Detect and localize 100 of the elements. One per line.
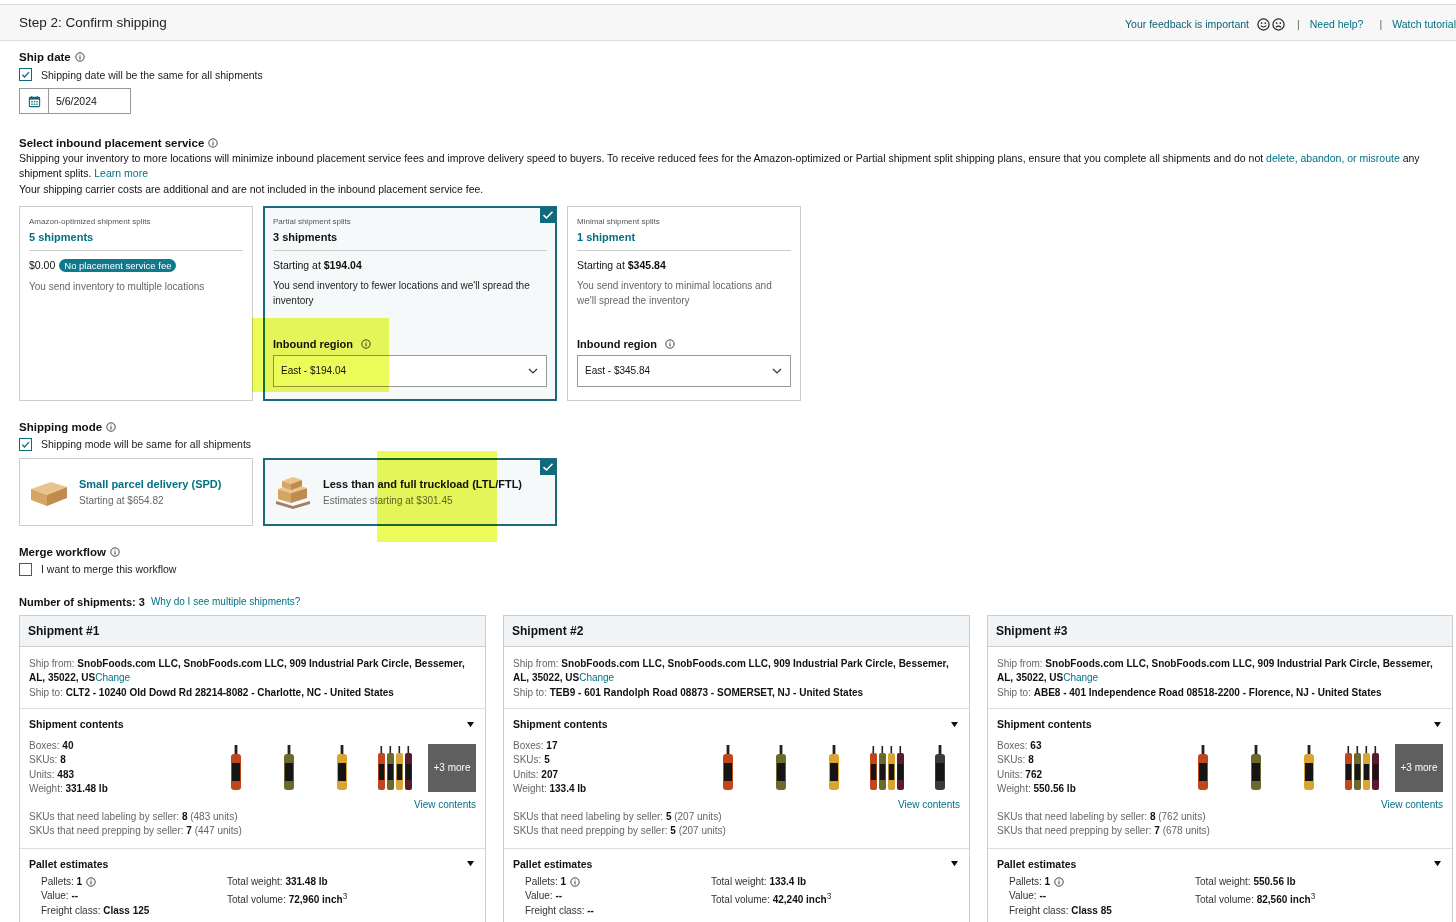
section-title: Ship date — [19, 51, 71, 63]
view-contents-link[interactable]: View contents — [413, 799, 476, 811]
info-icon[interactable] — [106, 421, 117, 432]
help-link[interactable]: Why do I see multiple shipments? — [150, 596, 301, 607]
feedback-text: Your feedback is important — [1125, 18, 1249, 30]
ship-to-address: Ship to: ABE8 - 401 Independence Road 08518-2200 - Florence, NJ - United States — [997, 685, 1383, 700]
content-stat: SKUs: 8 — [997, 753, 1035, 768]
mode-title: Small parcel delivery (SPD) — [79, 477, 222, 490]
info-icon[interactable] — [570, 877, 581, 888]
selected-check-icon — [540, 458, 556, 475]
pallet-detail: Total weight: 550.56 lb — [1195, 874, 1296, 889]
fee-badge: No placement service fee — [59, 258, 177, 272]
placement-option-card[interactable]: Minimal shipment splits 1 shipment Starting at $345.84 You send inventory to minimal locations and we'll spread the inventory Inbound region East - $345.84 — [567, 205, 801, 401]
content-stat: Weight: 331.48 lb — [29, 781, 108, 796]
carrier-cost-note: Your shipping carrier costs are additional and are not included in the inbound placement service fee. — [19, 182, 485, 197]
region-label: Inbound region — [577, 337, 658, 350]
expand-triangle-icon[interactable] — [950, 860, 959, 868]
pallet-detail: Freight class: Class 85 — [1009, 903, 1112, 918]
pallet-detail: Pallets: 1 — [525, 874, 567, 889]
placement-option-card[interactable]: Amazon-optimized shipment splits 5 shipments $0.00 No placement service fee You send inventory to multiple locations — [19, 205, 253, 401]
change-link[interactable]: Change — [1063, 672, 1099, 683]
frowning-face-icon[interactable] — [1272, 17, 1285, 31]
shipment-title: Shipment #2 — [504, 615, 969, 647]
ship-to-address: Ship to: TEB9 - 601 Randolph Road 08873 - SOMERSET, NJ - United States — [513, 685, 865, 700]
selected-check-icon — [540, 206, 556, 223]
checkbox[interactable] — [19, 437, 32, 451]
content-stat: Weight: 133.4 lb — [513, 781, 587, 796]
calendar-icon[interactable] — [27, 94, 41, 108]
pallet-detail: Total volume: 42,240 inch$^{3}$ — [711, 890, 832, 908]
info-icon[interactable] — [109, 546, 120, 557]
content-stat: Units: 483 — [29, 767, 76, 782]
region-dropdown[interactable]: East - $345.84 — [577, 354, 791, 387]
expand-triangle-icon[interactable] — [466, 720, 475, 728]
pallet-detail: Total weight: 331.48 lb — [227, 874, 328, 889]
info-icon[interactable] — [1054, 877, 1065, 888]
content-stat: Units: 207 — [513, 767, 560, 782]
change-link[interactable]: Change — [579, 672, 615, 683]
shipping-mode-card[interactable]: Small parcel delivery (SPD) Starting at $654.82 — [19, 457, 253, 526]
checkbox[interactable] — [19, 68, 32, 81]
info-icon[interactable] — [86, 877, 97, 888]
sku-requirement: SKUs that need prepping by seller: 7 (447 units) — [29, 824, 243, 839]
section-title: Shipping mode — [19, 420, 103, 433]
header-link[interactable]: Need help? — [1309, 18, 1364, 30]
mode-price: Starting at $654.82 — [79, 494, 165, 506]
info-icon[interactable] — [74, 52, 85, 62]
option-description: You send inventory to minimal locations and we'll spread the inventory — [577, 278, 773, 308]
expand-triangle-icon[interactable] — [1433, 720, 1442, 728]
option-label: Partial shipment splits — [273, 216, 352, 226]
view-contents-link[interactable]: View contents — [1380, 799, 1443, 811]
subsection-title: Pallet estimates — [513, 857, 593, 870]
ship-from-address: Ship from: SnobFoods.com LLC, SnobFoods.com LLC, 909 Industrial Park Circle, Bessemer, AL, 35022, USChange — [513, 656, 950, 685]
inline-link[interactable]: Learn more — [94, 166, 148, 179]
sku-requirement: SKUs that need labeling by seller: 8 (483 units) — [29, 810, 239, 825]
view-contents-link[interactable]: View contents — [897, 799, 960, 811]
pallet-detail: Freight class: Class 125 — [41, 903, 150, 918]
subsection-title: Pallet estimates — [29, 857, 109, 870]
info-icon[interactable] — [208, 138, 219, 148]
expand-triangle-icon[interactable] — [466, 860, 475, 868]
expand-triangle-icon[interactable] — [1433, 860, 1442, 868]
separator: | — [1297, 18, 1300, 30]
change-link[interactable]: Change — [95, 672, 131, 683]
sku-requirement: SKUs that need labeling by seller: 5 (207 units) — [513, 810, 723, 825]
shipment-title: Shipment #3 — [988, 615, 1452, 647]
inline-link[interactable]: delete, abandon, or misroute — [1266, 152, 1400, 164]
option-price: Starting at $345.84 — [577, 258, 666, 271]
content-stat: SKUs: 5 — [513, 753, 551, 768]
pallet-detail: Value: -- — [525, 889, 563, 904]
pallet-detail: Value: -- — [41, 889, 79, 904]
option-description: You send inventory to multiple locations — [29, 279, 206, 294]
pallet-detail: Total weight: 133.4 lb — [711, 874, 807, 889]
section-title: Select inbound placement service — [19, 137, 205, 149]
expand-triangle-icon[interactable] — [950, 720, 959, 728]
subsection-title: Shipment contents — [29, 718, 124, 730]
content-stat: Boxes: 40 — [29, 739, 75, 753]
content-stat: SKUs: 8 — [29, 753, 67, 768]
caret-icon — [772, 367, 782, 374]
ship-from-address: Ship from: SnobFoods.com LLC, SnobFoods.com LLC, 909 Industrial Park Circle, Bessemer, AL, 35022, USChange — [29, 656, 466, 685]
more-items-tile[interactable]: +3 more — [428, 743, 476, 792]
checkbox-label: Shipping mode will be same for all shipments — [41, 438, 252, 450]
option-label: Amazon-optimized shipment splits — [29, 216, 152, 226]
subsection-title: Pallet estimates — [997, 857, 1077, 870]
checkbox[interactable] — [19, 562, 32, 576]
ship-from-address: Ship from: SnobFoods.com LLC, SnobFoods.com LLC, 909 Industrial Park Circle, Bessemer, AL, 35022, USChange — [997, 656, 1434, 685]
option-title: 5 shipments — [29, 230, 243, 251]
info-icon[interactable] — [665, 338, 676, 349]
header-link[interactable]: Watch tutorial — [1392, 18, 1456, 30]
checkbox-label: I want to merge this workflow — [41, 563, 177, 575]
placement-description: Shipping your inventory to more locations will minimize inbound placement service fees and improve delivery speed to buyers. To receive reduced fees for the Amazon-optimized or Partial shipment split shipping plans, ensure that you complete all shipments and do not delete, abandon, or misroute any shipment splits. Learn more — [19, 151, 1421, 180]
smiley-face-icon[interactable] — [1257, 17, 1270, 31]
sku-requirement: SKUs that need prepping by seller: 7 (678 units) — [997, 824, 1211, 839]
option-price: Starting at $194.04 — [273, 258, 362, 271]
pallet-detail: Value: -- — [1009, 889, 1047, 904]
more-items-tile[interactable]: +3 more — [1395, 743, 1443, 792]
subsection-title: Shipment contents — [997, 718, 1092, 730]
option-title: 3 shipments — [273, 230, 547, 251]
step-title: Step 2: Confirm shipping — [19, 15, 167, 30]
subsection-title: Shipment contents — [513, 718, 608, 730]
date-field[interactable]: 5/6/2024 — [19, 88, 131, 114]
pallet-detail: Pallets: 1 — [41, 874, 83, 889]
option-label: Minimal shipment splits — [577, 216, 661, 226]
